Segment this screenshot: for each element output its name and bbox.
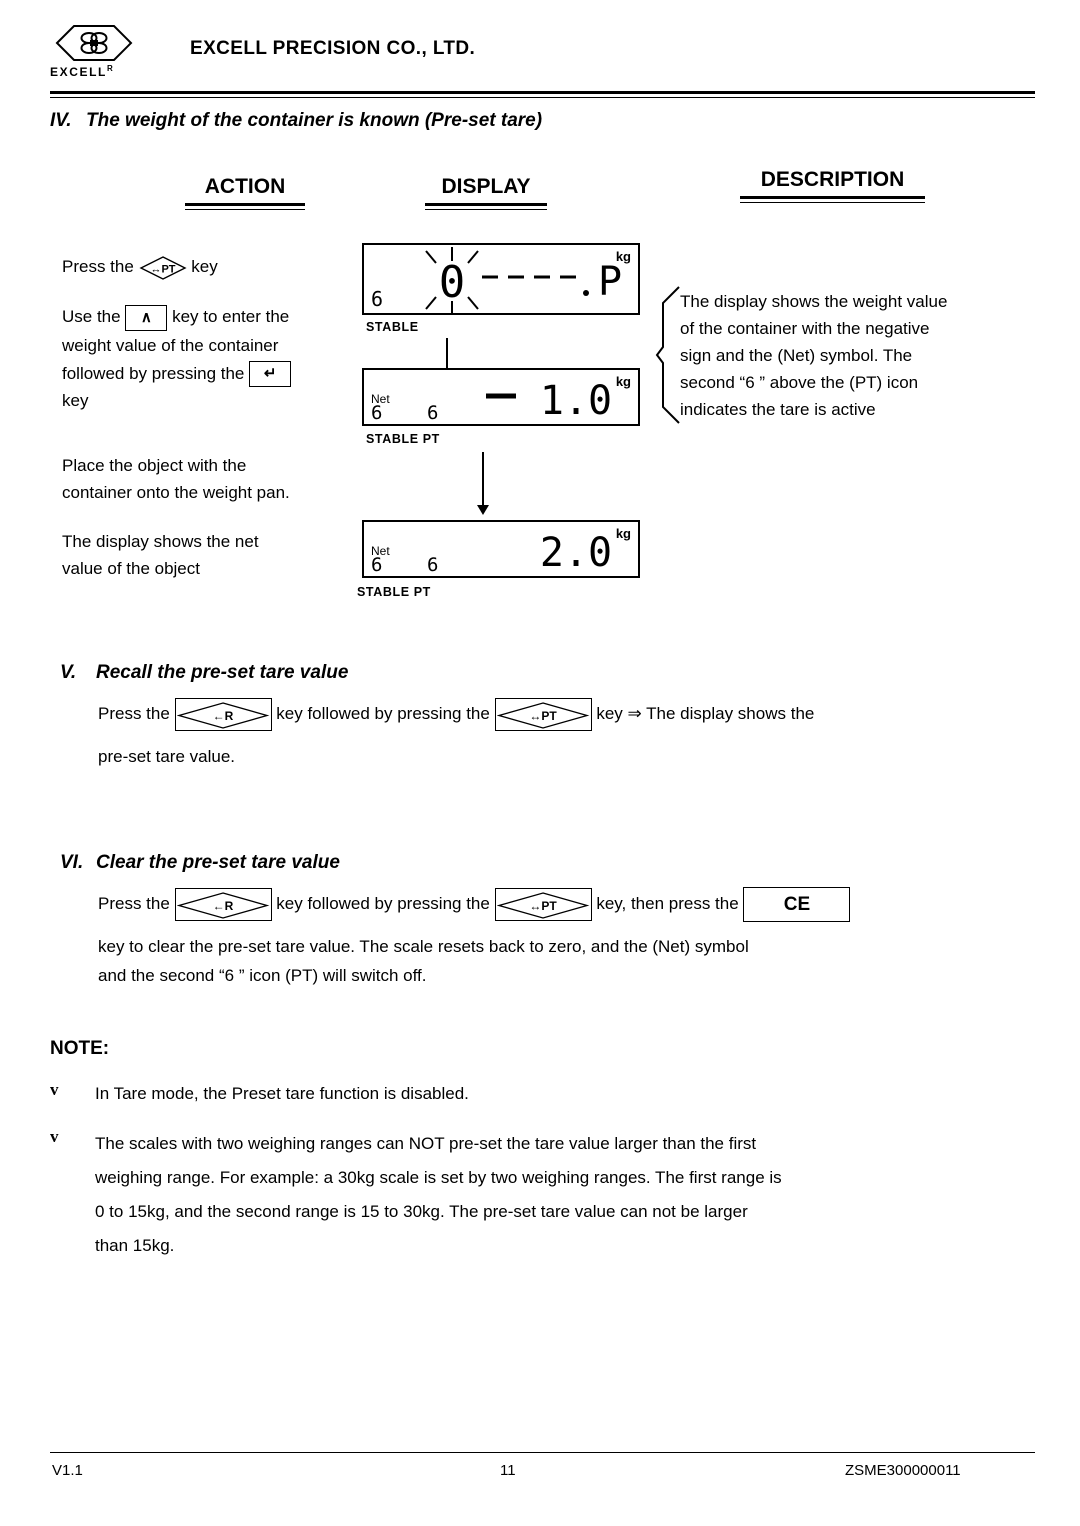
flow-arrow-2-line: [482, 452, 484, 508]
lcd-panel-3-sub-right: 6: [427, 554, 439, 576]
pt-key-inline-1[interactable]: ↔PT: [138, 254, 187, 282]
svg-text:2.0: 2.0: [540, 530, 612, 576]
up-arrow-key[interactable]: ∧: [125, 304, 168, 331]
footer-page-number: 11: [500, 1462, 516, 1479]
page-header: EXCELLR EXCELL PRECISION CO., LTD.: [50, 22, 1035, 92]
svg-text:←R: ←R: [212, 899, 233, 913]
action-step-3: Place the object with the container onto…: [62, 452, 372, 506]
footer-rule: [50, 1452, 1035, 1453]
svg-text:↔PT: ↔PT: [150, 264, 175, 276]
lcd-panel-1-sub: 6: [371, 287, 384, 311]
lcd-panel-3-flags: STABLE PT: [357, 585, 431, 599]
pt-key-section-v[interactable]: ↔PT: [494, 698, 592, 731]
note-item-2-line-1: The scales with two weighing ranges can …: [95, 1134, 757, 1153]
section-vi-title: Clear the pre-set tare value: [96, 852, 340, 873]
section-iv-heading: IV. The weight of the container is known …: [50, 110, 542, 132]
lcd-panel-2-flags: STABLE PT: [366, 432, 440, 446]
lcd-panel-1: kg 0 P 6: [362, 243, 640, 315]
section-vi-text-c: key, then press the: [596, 893, 739, 913]
lcd-panel-1-flags: STABLE: [366, 320, 419, 334]
action-step-2-text-d: followed by pressing the: [62, 363, 245, 383]
logo-wordmark: EXCELLR: [50, 64, 115, 79]
action-step-3-line-1: Place the object with the: [62, 456, 247, 475]
description-line-5: indicates the tare is active: [680, 400, 876, 419]
flow-arrow-2-head: [477, 505, 489, 515]
lcd-panel-1-segments: 0 P: [425, 247, 622, 313]
svg-text:0: 0: [439, 257, 466, 308]
lcd-panel-3-sub-left: 6: [371, 554, 383, 576]
action-step-2-text-e: key: [62, 391, 89, 411]
note-bullet-icon-2: v: [50, 1127, 59, 1146]
enter-key[interactable]: ↵: [249, 361, 292, 388]
svg-text:P: P: [598, 259, 622, 305]
section-iv-title: The weight of the container is known (Pr…: [86, 110, 543, 131]
section-v-heading: V. Recall the pre-set tare value: [60, 662, 348, 684]
section-v-number: V.: [60, 662, 77, 683]
note-title: NOTE:: [50, 1038, 110, 1059]
column-title-display: DISPLAY: [425, 175, 547, 210]
section-vi-text-b: key followed by pressing the: [276, 893, 490, 913]
note-item-2-line-3: 0 to 15kg, and the second range is 15 to…: [95, 1202, 748, 1221]
action-step-2-text-a: Use the: [62, 307, 121, 326]
action-step-2-text-b: key to enter the: [172, 307, 290, 326]
action-step-4-line-1: The display shows the net: [62, 532, 259, 551]
section-v-text-a: Press the: [98, 703, 170, 723]
description-line-1: The display shows the weight value: [680, 292, 948, 311]
action-step-3-line-2: container onto the weight pan.: [62, 483, 290, 502]
column-title-description: DESCRIPTION: [740, 168, 925, 203]
note-item-2-line-2: weighing range. For example: a 30kg scal…: [95, 1168, 782, 1187]
section-v-body: Press the ←R key followed by pressing th…: [98, 698, 1018, 770]
section-vi-text-a: Press the: [98, 893, 170, 913]
action-step-2-text-c: weight value of the container: [62, 335, 279, 355]
action-step-2: Use the ∧ key to enter the weight value …: [62, 303, 372, 414]
description-text: The display shows the weight value of th…: [680, 288, 1040, 423]
lcd-panel-2-sub-right: 6: [427, 402, 439, 424]
r-key-section-vi[interactable]: ←R: [174, 888, 272, 921]
section-vi-number: VI.: [60, 852, 84, 873]
r-key-section-v[interactable]: ←R: [174, 698, 272, 731]
description-line-4: second “6 ” above the (PT) icon: [680, 373, 919, 392]
lcd-panel-3: kg Net 2.0 6 6: [362, 520, 640, 578]
section-vi-line-3: and the second “6 ” icon (PT) will switc…: [98, 966, 427, 985]
action-step-4: The display shows the net value of the o…: [62, 528, 372, 582]
section-vi-body: Press the ←R key followed by pressing th…: [98, 887, 1033, 989]
svg-text:←R: ←R: [212, 709, 233, 723]
description-line-2: of the container with the negative: [680, 319, 930, 338]
svg-text:↔PT: ↔PT: [529, 709, 557, 723]
footer-version: V1.1: [52, 1462, 83, 1479]
footer-doc-id: ZSME300000011: [845, 1462, 961, 1479]
section-v-text-b: key followed by pressing the: [276, 703, 490, 723]
document-page: EXCELLR EXCELL PRECISION CO., LTD. IV. Th…: [0, 0, 1080, 1526]
ce-key[interactable]: CE: [743, 887, 851, 922]
pt-key-section-vi[interactable]: ↔PT: [494, 888, 592, 921]
header-rule-thin: [50, 97, 1035, 98]
note-item-1-text: In Tare mode, the Preset tare function i…: [95, 1084, 469, 1103]
note-item-2: v The scales with two weighing ranges ca…: [50, 1127, 1010, 1263]
lcd-panel-2: kg Net 1.0 6 6: [362, 368, 640, 426]
section-v-text-c: key ⇒ The display shows the: [596, 703, 815, 723]
note-item-2-line-4: than 15kg.: [95, 1236, 175, 1255]
description-line-3: sign and the (Net) symbol. The: [680, 346, 913, 365]
column-title-action: ACTION: [185, 175, 305, 210]
section-v-title: Recall the pre-set tare value: [96, 662, 349, 683]
action-step-1-text-b: key: [191, 257, 218, 276]
note-list: v In Tare mode, the Preset tare function…: [50, 1080, 1010, 1263]
lcd-panel-2-segments: 1.0: [486, 378, 612, 424]
section-iv-number: IV.: [50, 110, 72, 131]
svg-text:1.0: 1.0: [540, 378, 612, 424]
lcd-panel-2-sub-left: 6: [371, 402, 383, 424]
action-step-1: Press the ↔PT key: [62, 253, 362, 281]
action-step-1-text-a: Press the: [62, 257, 134, 276]
header-rule-thick: [50, 91, 1035, 94]
section-vi-heading: VI. Clear the pre-set tare value: [60, 852, 340, 874]
section-v-line-2: pre-set tare value.: [98, 747, 236, 766]
lcd-panel-3-segments: 2.0: [540, 530, 612, 576]
svg-text:↔PT: ↔PT: [529, 899, 557, 913]
action-step-4-line-2: value of the object: [62, 559, 200, 578]
note-item-1: v In Tare mode, the Preset tare function…: [50, 1080, 1010, 1107]
section-vi-line-2: key to clear the pre-set tare value. The…: [98, 937, 749, 956]
excell-logo-icon: [54, 22, 134, 64]
company-name: EXCELL PRECISION CO., LTD.: [190, 38, 476, 59]
note-bullet-icon-1: v: [50, 1080, 59, 1099]
